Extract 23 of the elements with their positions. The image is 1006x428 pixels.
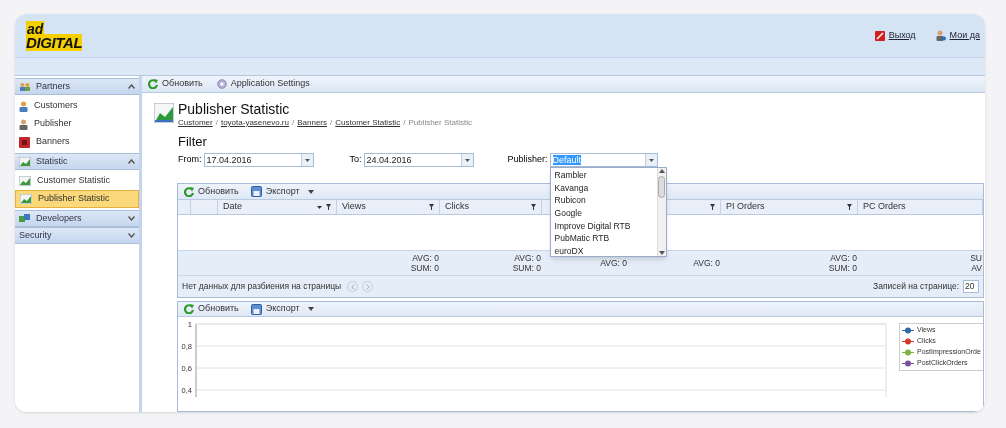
breadcrumb-separator: /: [403, 117, 406, 128]
summary-value: AVG: 0: [693, 258, 720, 268]
summary-value: AVG: 0: [514, 253, 541, 263]
summary-value: AVG: 0: [830, 253, 857, 263]
summary-value: AVG: 0: [412, 253, 439, 263]
summary-value: AV: [971, 263, 982, 273]
page-title: Publisher Statistic: [178, 101, 291, 117]
summary-value: SUM: 0: [512, 263, 541, 273]
summary-value: SU: [970, 253, 982, 263]
breadcrumb-current: Publisher Statistic: [408, 117, 472, 128]
to-label: To:: [349, 153, 362, 167]
summary-value: AVG: 0: [600, 258, 627, 268]
from-label: From:: [178, 153, 202, 167]
summary-value: SUM: 0: [828, 263, 857, 273]
breadcrumb-separator: /: [215, 117, 218, 128]
logo: ad DIGITAL: [26, 22, 83, 49]
filter-title: Filter: [178, 134, 208, 149]
publisher-label: Publisher:: [507, 153, 548, 167]
summary-value: SUM: 0: [410, 263, 439, 273]
page-size-label: Записей на странице:: [873, 280, 959, 293]
breadcrumb-separator: /: [291, 117, 295, 128]
breadcrumb-separator: /: [330, 117, 333, 128]
pager-message: Нет данных для разбиения на страницы: [182, 280, 342, 293]
